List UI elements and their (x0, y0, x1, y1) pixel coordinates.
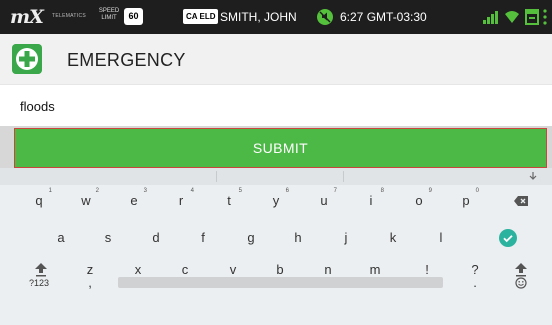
clock: 6:27 GMT-03:30 (340, 10, 427, 24)
status-bar: mX TELEMATICS SPEED LIMIT 60 CA ELD SMIT… (0, 0, 552, 34)
calendar-icon (525, 9, 539, 25)
key-h[interactable]: h (281, 224, 315, 252)
key-hint: 2 (95, 188, 99, 194)
emergency-text-input[interactable] (0, 85, 552, 127)
emoji-key[interactable] (504, 269, 538, 297)
key-r[interactable]: r4 (164, 187, 198, 215)
suggestion-divider (216, 171, 217, 182)
collapse-keyboard-icon[interactable] (528, 171, 538, 181)
key-label: o (415, 193, 423, 208)
key-y[interactable]: y6 (259, 187, 293, 215)
period-key[interactable]: . (458, 269, 492, 297)
speed-limit-label: SPEED LIMIT (96, 8, 122, 22)
key-label: r (178, 193, 184, 208)
key-label: e (130, 193, 138, 208)
backspace-key[interactable] (504, 187, 538, 215)
driver-name: SMITH, JOHN (220, 10, 297, 24)
key-label: i (369, 193, 373, 208)
eld-badge: CA ELD (183, 9, 219, 24)
submit-button[interactable]: SUBMIT (14, 128, 547, 168)
mute-icon (317, 9, 333, 25)
key-o[interactable]: o9 (402, 187, 436, 215)
app-bar: EMERGENCY (0, 34, 552, 84)
wifi-icon (505, 11, 519, 23)
key-label: u (320, 193, 328, 208)
key-label: q (35, 193, 43, 208)
key-e[interactable]: e3 (117, 187, 151, 215)
key-label: t (227, 193, 231, 208)
speed-limit-badge: 60 (124, 8, 143, 25)
signal-icon (483, 11, 498, 24)
key-p[interactable]: p0 (449, 187, 483, 215)
key-hint: 6 (285, 188, 289, 194)
done-check-icon (499, 229, 517, 247)
key-g[interactable]: g (234, 224, 268, 252)
speed-label-line1: SPEED (98, 8, 120, 14)
key-label: p (462, 193, 470, 208)
key-hint: 7 (333, 188, 337, 194)
key-hint: 9 (428, 188, 432, 194)
key-k[interactable]: k (376, 224, 410, 252)
suggestion-divider (343, 171, 344, 182)
key-hint: 5 (238, 188, 242, 194)
key-hint: 3 (143, 188, 147, 194)
key-hint: 4 (190, 188, 194, 194)
on-screen-keyboard: q1 w2 e3 r4 t5 y6 u7 i8 o9 p0 a s d f g … (0, 168, 552, 325)
telematics-logo: mX (10, 6, 44, 28)
key-hint: 1 (48, 188, 52, 194)
backspace-icon (514, 196, 528, 206)
telematics-label: TELEMATICS (52, 13, 87, 19)
key-l[interactable]: l (424, 224, 458, 252)
key-s[interactable]: s (91, 224, 125, 252)
key-label: y (272, 193, 280, 208)
speed-label-line2: LIMIT (101, 15, 117, 21)
key-w[interactable]: w2 (69, 187, 103, 215)
plus-icon (12, 44, 42, 74)
key-j[interactable]: j (329, 224, 363, 252)
key-u[interactable]: u7 (307, 187, 341, 215)
symbols-key[interactable]: ?123 (22, 269, 56, 297)
emoji-icon (515, 277, 527, 289)
page-title: EMERGENCY (67, 50, 186, 70)
comma-key[interactable]: , (73, 269, 107, 297)
key-label: w (81, 193, 91, 208)
key-hint: 8 (380, 188, 384, 194)
space-bar[interactable] (118, 277, 443, 288)
emergency-input-container (0, 84, 552, 127)
key-a[interactable]: a (44, 224, 78, 252)
overflow-menu-icon[interactable] (542, 8, 548, 26)
key-f[interactable]: f (186, 224, 220, 252)
done-key[interactable] (491, 224, 525, 252)
key-hint: 0 (475, 188, 479, 194)
key-i[interactable]: i8 (354, 187, 388, 215)
key-d[interactable]: d (139, 224, 173, 252)
key-t[interactable]: t5 (212, 187, 246, 215)
suggestion-bar[interactable] (0, 168, 552, 185)
key-q[interactable]: q1 (22, 187, 56, 215)
